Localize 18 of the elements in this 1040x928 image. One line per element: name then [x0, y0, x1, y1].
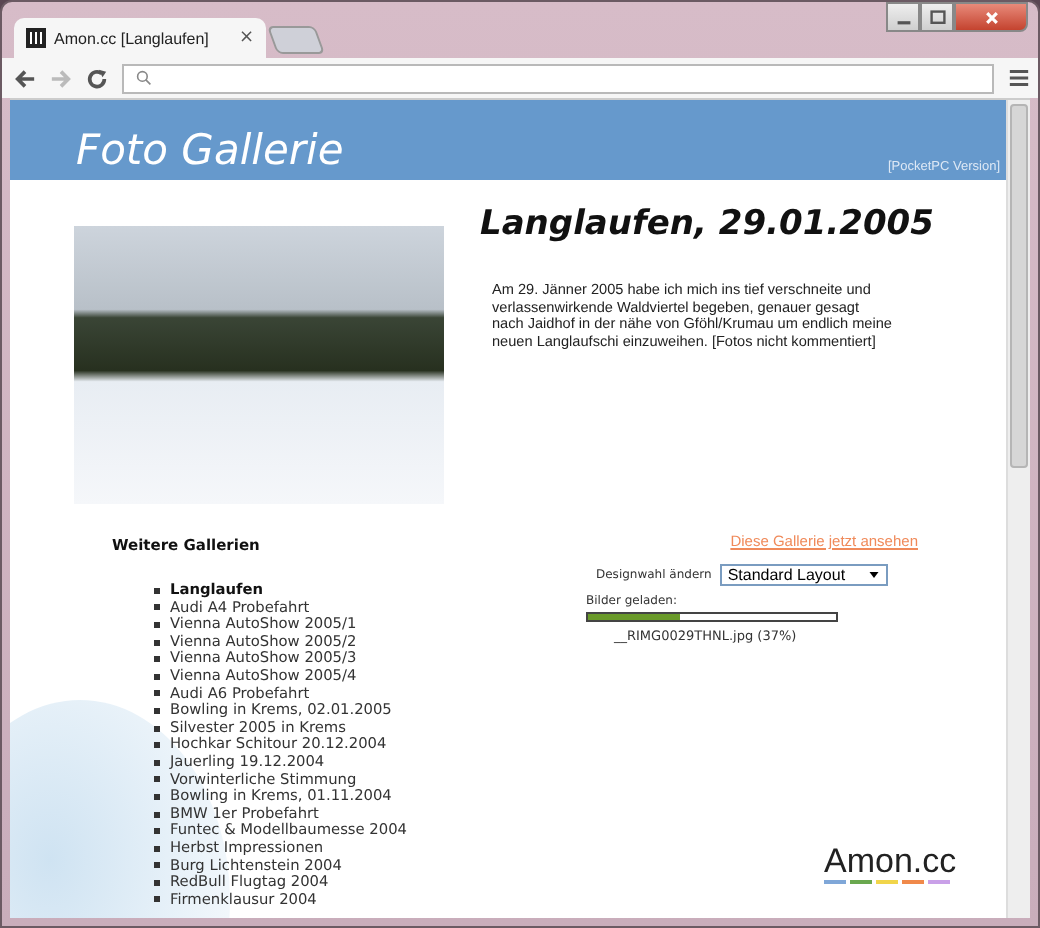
gallery-title: Langlaufen, 29.01.2005: [480, 204, 934, 244]
menu-icon[interactable]: [1008, 68, 1030, 88]
close-button[interactable]: [954, 2, 1028, 32]
browser-tab[interactable]: Amon.cc [Langlaufen] ×: [14, 18, 266, 58]
logo-text: Amon.cc: [824, 844, 957, 880]
caret-icon: [867, 570, 880, 580]
tab-title: Amon.cc [Langlaufen]: [54, 29, 211, 47]
maximize-icon: [929, 9, 945, 25]
layout-dropdown[interactable]: Standard Layout: [719, 564, 888, 586]
back-arrow-icon[interactable]: [14, 67, 36, 89]
site-title: Foto Gallerie: [76, 126, 344, 174]
close-icon: [983, 9, 999, 25]
minimize-button[interactable]: [886, 2, 920, 32]
maximize-button[interactable]: [920, 2, 954, 32]
search-icon: [136, 70, 152, 86]
favicon-icon: [26, 28, 46, 48]
reload-icon[interactable]: [86, 67, 108, 89]
close-tab-button[interactable]: ×: [238, 28, 254, 48]
